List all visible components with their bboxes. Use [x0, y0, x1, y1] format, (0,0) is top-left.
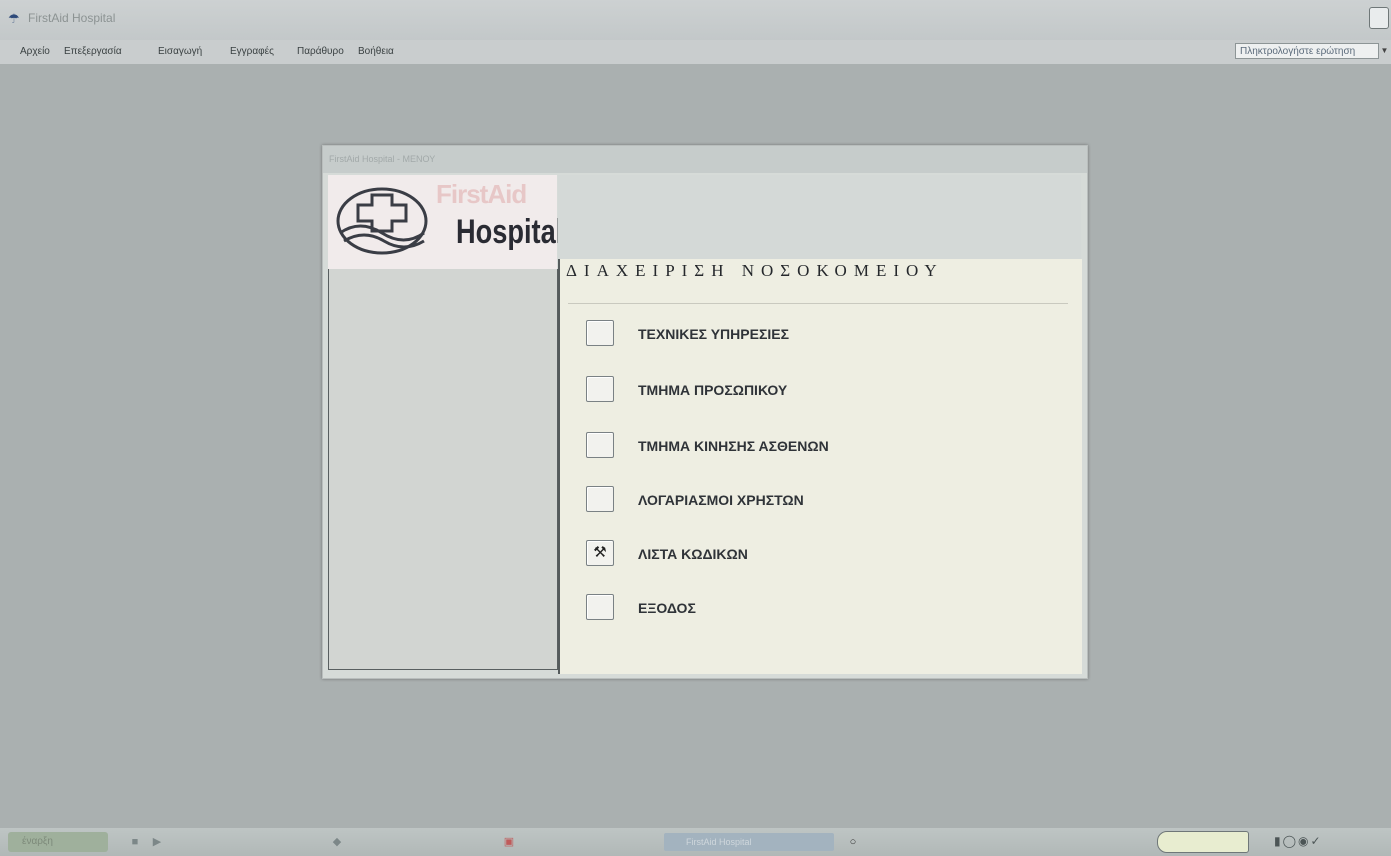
window-title: FirstAid Hospital - ΜΕΝΟΥ: [329, 154, 436, 164]
taskbar-active-app[interactable]: FirstAid Hospital: [664, 833, 834, 851]
menu-item-label[interactable]: ΤΕΧΝΙΚΕΣ ΥΠΗΡΕΣΙΕΣ: [638, 326, 789, 342]
quicklaunch-app-icon[interactable]: ◆: [330, 835, 344, 849]
quicklaunch-media-icon[interactable]: ▶: [150, 835, 164, 849]
quicklaunch-desktop-icon[interactable]: ■: [128, 835, 142, 849]
personnel-button[interactable]: [586, 376, 614, 402]
hospital-menu-window: FirstAid Hospital - ΜΕΝΟΥ FirstAid Hospi…: [322, 145, 1088, 679]
left-panel: [328, 269, 558, 670]
menu-item-label[interactable]: ΛΟΓΑΡΙΑΣΜΟΙ ΧΡΗΣΤΩΝ: [638, 492, 804, 508]
technical-services-button[interactable]: [586, 320, 614, 346]
tray-search-input[interactable]: [1157, 831, 1249, 853]
app-close-button[interactable]: [1369, 7, 1389, 29]
menu-window[interactable]: Παράθυρο: [297, 46, 344, 57]
menu-item-label[interactable]: ΤΜΗΜΑ ΚΙΝΗΣΗΣ ΑΣΘΕΝΩΝ: [638, 438, 829, 454]
exit-button[interactable]: [586, 594, 614, 620]
quicklaunch-access-icon[interactable]: ▣: [502, 835, 516, 849]
menu-item-label[interactable]: ΤΜΗΜΑ ΠΡΟΣΩΠΙΚΟΥ: [638, 382, 787, 398]
menu-edit[interactable]: Επεξεργασία: [64, 46, 122, 57]
logo-hospital-text: Hospital: [456, 213, 564, 251]
menu-item-label[interactable]: ΕΞΟΔΟΣ: [638, 600, 696, 616]
menu-file[interactable]: Αρχείο: [20, 46, 50, 57]
menu-records[interactable]: Εγγραφές: [230, 46, 274, 57]
hospital-logo: FirstAid Hospital: [328, 175, 563, 269]
main-menu-panel: ΔΙΑΧΕΙΡΙΣΗ ΝΟΣΟΚΟΜΕΙΟΥ ΤΕΧΝΙΚΕΣ ΥΠΗΡΕΣΙΕ…: [558, 259, 1082, 674]
heading-divider: [568, 303, 1068, 304]
menu-item-label[interactable]: ΛΙΣΤΑ ΚΩΔΙΚΩΝ: [638, 546, 748, 562]
taskbar: έναρξη ■ ▶ ◆ ▣ FirstAid Hospital ○ ▮◯◉✓: [0, 828, 1391, 856]
logo-emblem-icon: [336, 187, 428, 255]
taskbar-folder-icon[interactable]: ○: [846, 835, 860, 849]
user-accounts-button[interactable]: [586, 486, 614, 512]
app-icon: ☂: [8, 11, 20, 26]
help-search-input[interactable]: Πληκτρολογήστε ερώτηση: [1235, 43, 1379, 59]
hammer-icon: ⚒: [593, 544, 607, 561]
app-title: FirstAid Hospital: [28, 11, 116, 25]
help-search-dropdown-icon[interactable]: ▼: [1380, 43, 1389, 59]
start-button[interactable]: έναρξη: [8, 832, 108, 852]
window-titlebar: FirstAid Hospital - ΜΕΝΟΥ: [323, 146, 1087, 173]
app-titlebar: ☂ FirstAid Hospital: [0, 0, 1391, 41]
system-tray-icons[interactable]: ▮◯◉✓: [1274, 834, 1323, 848]
patient-movement-button[interactable]: [586, 432, 614, 458]
menubar: Αρχείο Επεξεργασία Εισαγωγή Εγγραφές Παρ…: [0, 40, 1391, 64]
menu-insert[interactable]: Εισαγωγή: [158, 46, 202, 57]
code-list-button[interactable]: ⚒: [586, 540, 614, 566]
logo-firstaid-text: FirstAid: [436, 179, 527, 209]
main-heading: ΔΙΑΧΕΙΡΙΣΗ ΝΟΣΟΚΟΜΕΙΟΥ: [566, 261, 944, 280]
menu-help[interactable]: Βοήθεια: [358, 46, 394, 57]
